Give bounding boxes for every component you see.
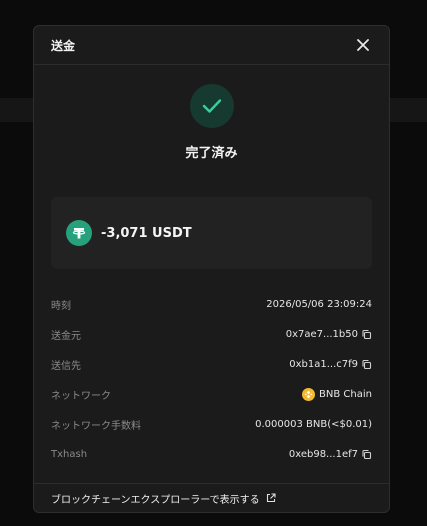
bnb-icon xyxy=(302,387,316,401)
from-value-group: 0x7ae7...1b50 xyxy=(286,329,372,340)
txhash-value-group: 0xeb98...1ef7 xyxy=(289,449,372,460)
fee-value: 0.000003 BNB(<$0.01) xyxy=(255,418,372,430)
modal-title: 送金 xyxy=(51,38,76,53)
detail-row-fee: ネットワーク手数料 0.000003 BNB(<$0.01) xyxy=(51,409,372,439)
detail-row-txhash: Txhash 0xeb98...1ef7 xyxy=(51,439,372,469)
modal-header: 送金 xyxy=(34,26,389,65)
close-icon xyxy=(357,39,369,51)
copy-icon[interactable] xyxy=(361,359,372,370)
explorer-link-label: ブロックチェーンエクスプローラーで表示する xyxy=(51,494,260,506)
amount-card: -3,071 USDT xyxy=(51,197,372,269)
to-value-group: 0xb1a1...c7f9 xyxy=(289,359,372,370)
time-label: 時刻 xyxy=(51,300,71,312)
success-badge xyxy=(189,84,234,128)
close-button[interactable] xyxy=(355,37,371,53)
check-icon xyxy=(202,99,221,113)
copy-icon[interactable] xyxy=(361,329,372,340)
external-link-icon xyxy=(266,493,276,503)
network-value-group: BNB Chain xyxy=(302,387,372,401)
amount-text: -3,071 USDT xyxy=(101,225,192,241)
status-text: 完了済み xyxy=(185,146,238,161)
view-on-explorer-link[interactable]: ブロックチェーンエクスプローラーで表示する xyxy=(51,491,276,506)
modal-footer: ブロックチェーンエクスプローラーで表示する xyxy=(34,483,389,512)
network-label: ネットワーク xyxy=(51,390,111,402)
copy-icon[interactable] xyxy=(361,449,372,460)
to-label: 送信先 xyxy=(51,360,81,372)
txhash-value: 0xeb98...1ef7 xyxy=(288,448,358,460)
detail-row-to: 送信先 0xb1a1...c7f9 xyxy=(51,349,372,379)
from-label: 送金元 xyxy=(51,330,81,342)
from-address: 0x7ae7...1b50 xyxy=(285,328,358,340)
txhash-label: Txhash xyxy=(51,448,88,460)
detail-row-from: 送金元 0x7ae7...1b50 xyxy=(51,319,372,349)
time-value: 2026/05/06 23:09:24 xyxy=(266,298,372,310)
tether-icon xyxy=(66,220,92,246)
fee-label: ネットワーク手数料 xyxy=(51,420,141,432)
status-area: 完了済み xyxy=(34,65,389,161)
details-list: 時刻 2026/05/06 23:09:24 送金元 0x7ae7...1b50… xyxy=(34,289,389,469)
detail-row-time: 時刻 2026/05/06 23:09:24 xyxy=(51,289,372,319)
network-name: BNB Chain xyxy=(319,388,372,400)
detail-row-network: ネットワーク BNB Chain xyxy=(51,379,372,409)
transfer-modal: 送金 完了済み -3,071 USDT 時刻 2026/05/06 23:09:… xyxy=(33,25,390,513)
to-address: 0xb1a1...c7f9 xyxy=(289,358,358,370)
